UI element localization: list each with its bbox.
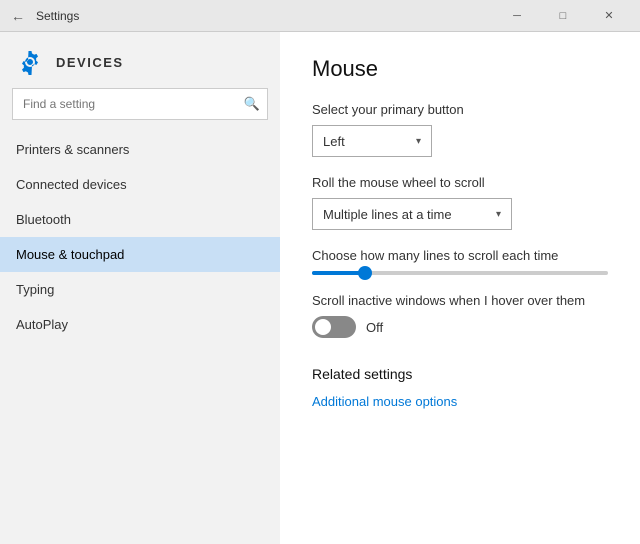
sidebar-item-autoplay[interactable]: AutoPlay [0, 307, 280, 342]
title-bar: ← Settings ─ □ ✕ [0, 0, 640, 32]
primary-button-label: Select your primary button [312, 102, 608, 117]
search-icon: 🔍 [244, 96, 260, 112]
scroll-inactive-row: Off [312, 316, 608, 338]
sidebar: DEVICES 🔍 Printers & scanners Connected … [0, 32, 280, 544]
slider-track [312, 271, 608, 275]
toggle-state-label: Off [366, 320, 383, 335]
slider-thumb[interactable] [358, 266, 372, 280]
window-title: Settings [36, 9, 79, 23]
chevron-down-icon-2: ▾ [496, 209, 501, 220]
primary-button-value: Left [323, 134, 345, 149]
scroll-value: Multiple lines at a time [323, 207, 452, 222]
sidebar-header: DEVICES [0, 32, 280, 88]
back-button[interactable]: ← [8, 6, 28, 26]
sidebar-item-bluetooth[interactable]: Bluetooth [0, 202, 280, 237]
related-settings-title: Related settings [312, 366, 608, 382]
search-input[interactable] [12, 88, 268, 120]
close-button[interactable]: ✕ [586, 0, 632, 32]
minimize-button[interactable]: ─ [494, 0, 540, 32]
scroll-label: Roll the mouse wheel to scroll [312, 175, 608, 190]
scroll-dropdown[interactable]: Multiple lines at a time ▾ [312, 198, 512, 230]
sidebar-item-printers[interactable]: Printers & scanners [0, 132, 280, 167]
lines-label: Choose how many lines to scroll each tim… [312, 248, 608, 263]
scroll-inactive-toggle[interactable] [312, 316, 356, 338]
chevron-down-icon: ▾ [416, 136, 421, 147]
additional-mouse-options-link[interactable]: Additional mouse options [312, 394, 457, 409]
slider-fill [312, 271, 365, 275]
window-controls: ─ □ ✕ [494, 0, 632, 32]
sidebar-item-connected[interactable]: Connected devices [0, 167, 280, 202]
sidebar-nav: Printers & scanners Connected devices Bl… [0, 132, 280, 342]
sidebar-section-title: DEVICES [56, 55, 124, 70]
scroll-inactive-label: Scroll inactive windows when I hover ove… [312, 293, 608, 308]
scroll-lines-slider[interactable] [312, 271, 608, 275]
primary-button-dropdown[interactable]: Left ▾ [312, 125, 432, 157]
sidebar-item-typing[interactable]: Typing [0, 272, 280, 307]
toggle-knob [315, 319, 331, 335]
maximize-button[interactable]: □ [540, 0, 586, 32]
app-body: DEVICES 🔍 Printers & scanners Connected … [0, 32, 640, 544]
gear-icon [16, 48, 44, 76]
content-area: Mouse Select your primary button Left ▾ … [280, 32, 640, 544]
search-box[interactable]: 🔍 [12, 88, 268, 120]
page-title: Mouse [312, 56, 608, 82]
sidebar-item-mouse[interactable]: Mouse & touchpad [0, 237, 280, 272]
